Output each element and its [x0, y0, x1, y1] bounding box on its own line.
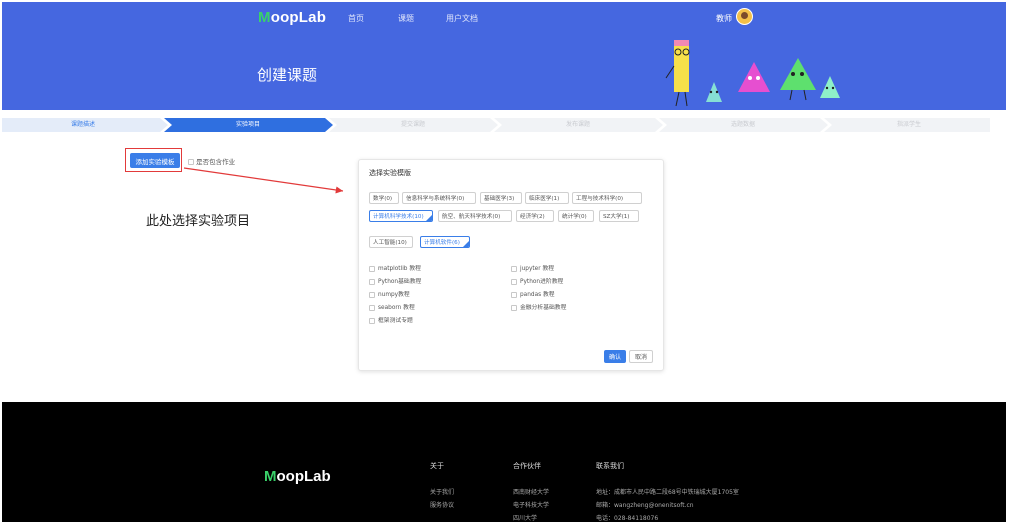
step-publish-topic[interactable]: 发布课题	[498, 118, 658, 132]
step-assign-students[interactable]: 指派学生	[828, 118, 990, 132]
dialog-title: 选择实验模版	[369, 169, 411, 177]
top-navbar: MoopLab 首页 课题 用户文档 教师	[2, 2, 1006, 34]
footer-phone: 电话：028-84118076	[596, 515, 659, 522]
logo-initial: M	[264, 468, 277, 485]
logo-text: oopLab	[276, 468, 331, 485]
option-checkbox[interactable]	[369, 265, 375, 272]
option-checkbox[interactable]	[369, 278, 375, 285]
template-option[interactable]: 框架测试专题	[369, 315, 413, 324]
footer-partner[interactable]: 电子科技大学	[513, 500, 549, 509]
footer-logo[interactable]: MoopLab	[264, 468, 331, 485]
page: MoopLab 首页 课题 用户文档 教师 创建课题 课题描述 实验项目 提交课…	[2, 2, 1006, 522]
cancel-button[interactable]: 取消	[629, 350, 653, 363]
category-tag[interactable]: 基础医学(3)	[480, 192, 522, 204]
page-title: 创建课题	[257, 66, 318, 84]
homework-checkbox[interactable]	[188, 159, 194, 165]
nav-item-docs[interactable]: 用户文档	[446, 13, 478, 24]
homework-checkbox-row[interactable]: 是否包含作业	[188, 156, 235, 166]
logo-text: oopLab	[270, 9, 327, 26]
mascot-illustration	[665, 40, 840, 107]
option-label: 框架测试专题	[378, 318, 413, 324]
nav-item-topics[interactable]: 课题	[398, 13, 414, 24]
template-option[interactable]: jupyter 教程	[511, 263, 554, 272]
footer-address: 地址：成都市人民中路二段68号中铁瑞城大厦1705室	[596, 489, 739, 496]
category-tag-selected[interactable]: 计算机科学技术(10)	[369, 210, 433, 222]
template-dialog: 选择实验模版 数学(0) 信息科学与系统科学(0) 基础医学(3) 临床医学(1…	[358, 159, 664, 371]
template-option[interactable]: matplotlib 教程	[369, 263, 421, 272]
footer-contact-heading: 联系我们	[596, 462, 624, 470]
avatar[interactable]	[736, 8, 753, 25]
category-tag[interactable]: SZ大学(1)	[599, 210, 639, 222]
option-checkbox[interactable]	[369, 304, 375, 311]
footer-about-heading: 关于	[430, 462, 444, 470]
template-option[interactable]: numpy教程	[369, 289, 410, 298]
option-checkbox[interactable]	[511, 304, 517, 311]
highlight-box	[125, 148, 182, 172]
category-tag[interactable]: 航空、航天科学技术(0)	[438, 210, 512, 222]
option-label: seaborn 教程	[378, 305, 415, 311]
footer-link-about-us[interactable]: 关于我们	[430, 487, 454, 496]
template-option[interactable]: seaborn 教程	[369, 302, 415, 311]
template-option[interactable]: Python进阶教程	[511, 276, 563, 285]
footer-partners-heading: 合作伙伴	[513, 462, 541, 470]
option-label: jupyter 教程	[520, 266, 555, 272]
option-checkbox[interactable]	[369, 317, 375, 324]
option-label: numpy教程	[378, 292, 410, 298]
subcategory-tag-selected[interactable]: 计算机软件(6)	[420, 236, 470, 248]
template-option[interactable]: pandas 教程	[511, 289, 555, 298]
step-experiment-project[interactable]: 实验项目	[168, 118, 328, 132]
logo-initial: M	[258, 9, 271, 26]
step-topic-description[interactable]: 课题描述	[2, 118, 164, 132]
option-label: Python进阶教程	[520, 279, 564, 285]
page-banner: 创建课题	[2, 34, 1006, 110]
subcategory-tag[interactable]: 人工智能(10)	[369, 236, 413, 248]
category-tag[interactable]: 经济学(2)	[516, 210, 554, 222]
homework-label: 是否包含作业	[196, 158, 236, 166]
option-label: Python基础教程	[378, 279, 422, 285]
option-label: matplotlib 教程	[378, 266, 421, 272]
option-checkbox[interactable]	[511, 278, 517, 285]
footer-partner[interactable]: 西南财经大学	[513, 487, 549, 496]
option-checkbox[interactable]	[369, 291, 375, 298]
option-label: 金融分析基础教程	[520, 305, 567, 311]
category-tag[interactable]: 临床医学(1)	[525, 192, 569, 204]
progress-steps: 课题描述 实验项目 提交课题 发布课题 选题数据 指派学生	[2, 118, 990, 132]
moop-logo[interactable]: MoopLab	[258, 9, 326, 26]
confirm-button[interactable]: 确认	[604, 350, 626, 363]
nav-item-home[interactable]: 首页	[348, 13, 364, 24]
step-submit-topic[interactable]: 提交课题	[333, 118, 493, 132]
footer-partner[interactable]: 四川大学	[513, 513, 537, 522]
footer-link-service-agreement[interactable]: 服务协议	[430, 500, 454, 509]
option-checkbox[interactable]	[511, 265, 517, 272]
category-tag[interactable]: 工程与技术科学(0)	[572, 192, 642, 204]
template-option[interactable]: Python基础教程	[369, 276, 421, 285]
category-tag[interactable]: 信息科学与系统科学(0)	[402, 192, 476, 204]
option-checkbox[interactable]	[511, 291, 517, 298]
annotation-text: 此处选择实验项目	[146, 214, 251, 229]
category-tag[interactable]: 统计学(0)	[558, 210, 594, 222]
category-tag[interactable]: 数学(0)	[369, 192, 399, 204]
user-name[interactable]: 教师	[716, 13, 732, 24]
option-label: pandas 教程	[520, 292, 555, 298]
step-selection-data[interactable]: 选题数据	[663, 118, 823, 132]
template-option[interactable]: 金融分析基础教程	[511, 302, 566, 311]
footer: MoopLab 关于 关于我们 服务协议 合作伙伴 西南财经大学 电子科技大学 …	[2, 402, 1006, 522]
footer-email: 邮箱：wangzheng@onenitsoft.cn	[596, 502, 694, 509]
